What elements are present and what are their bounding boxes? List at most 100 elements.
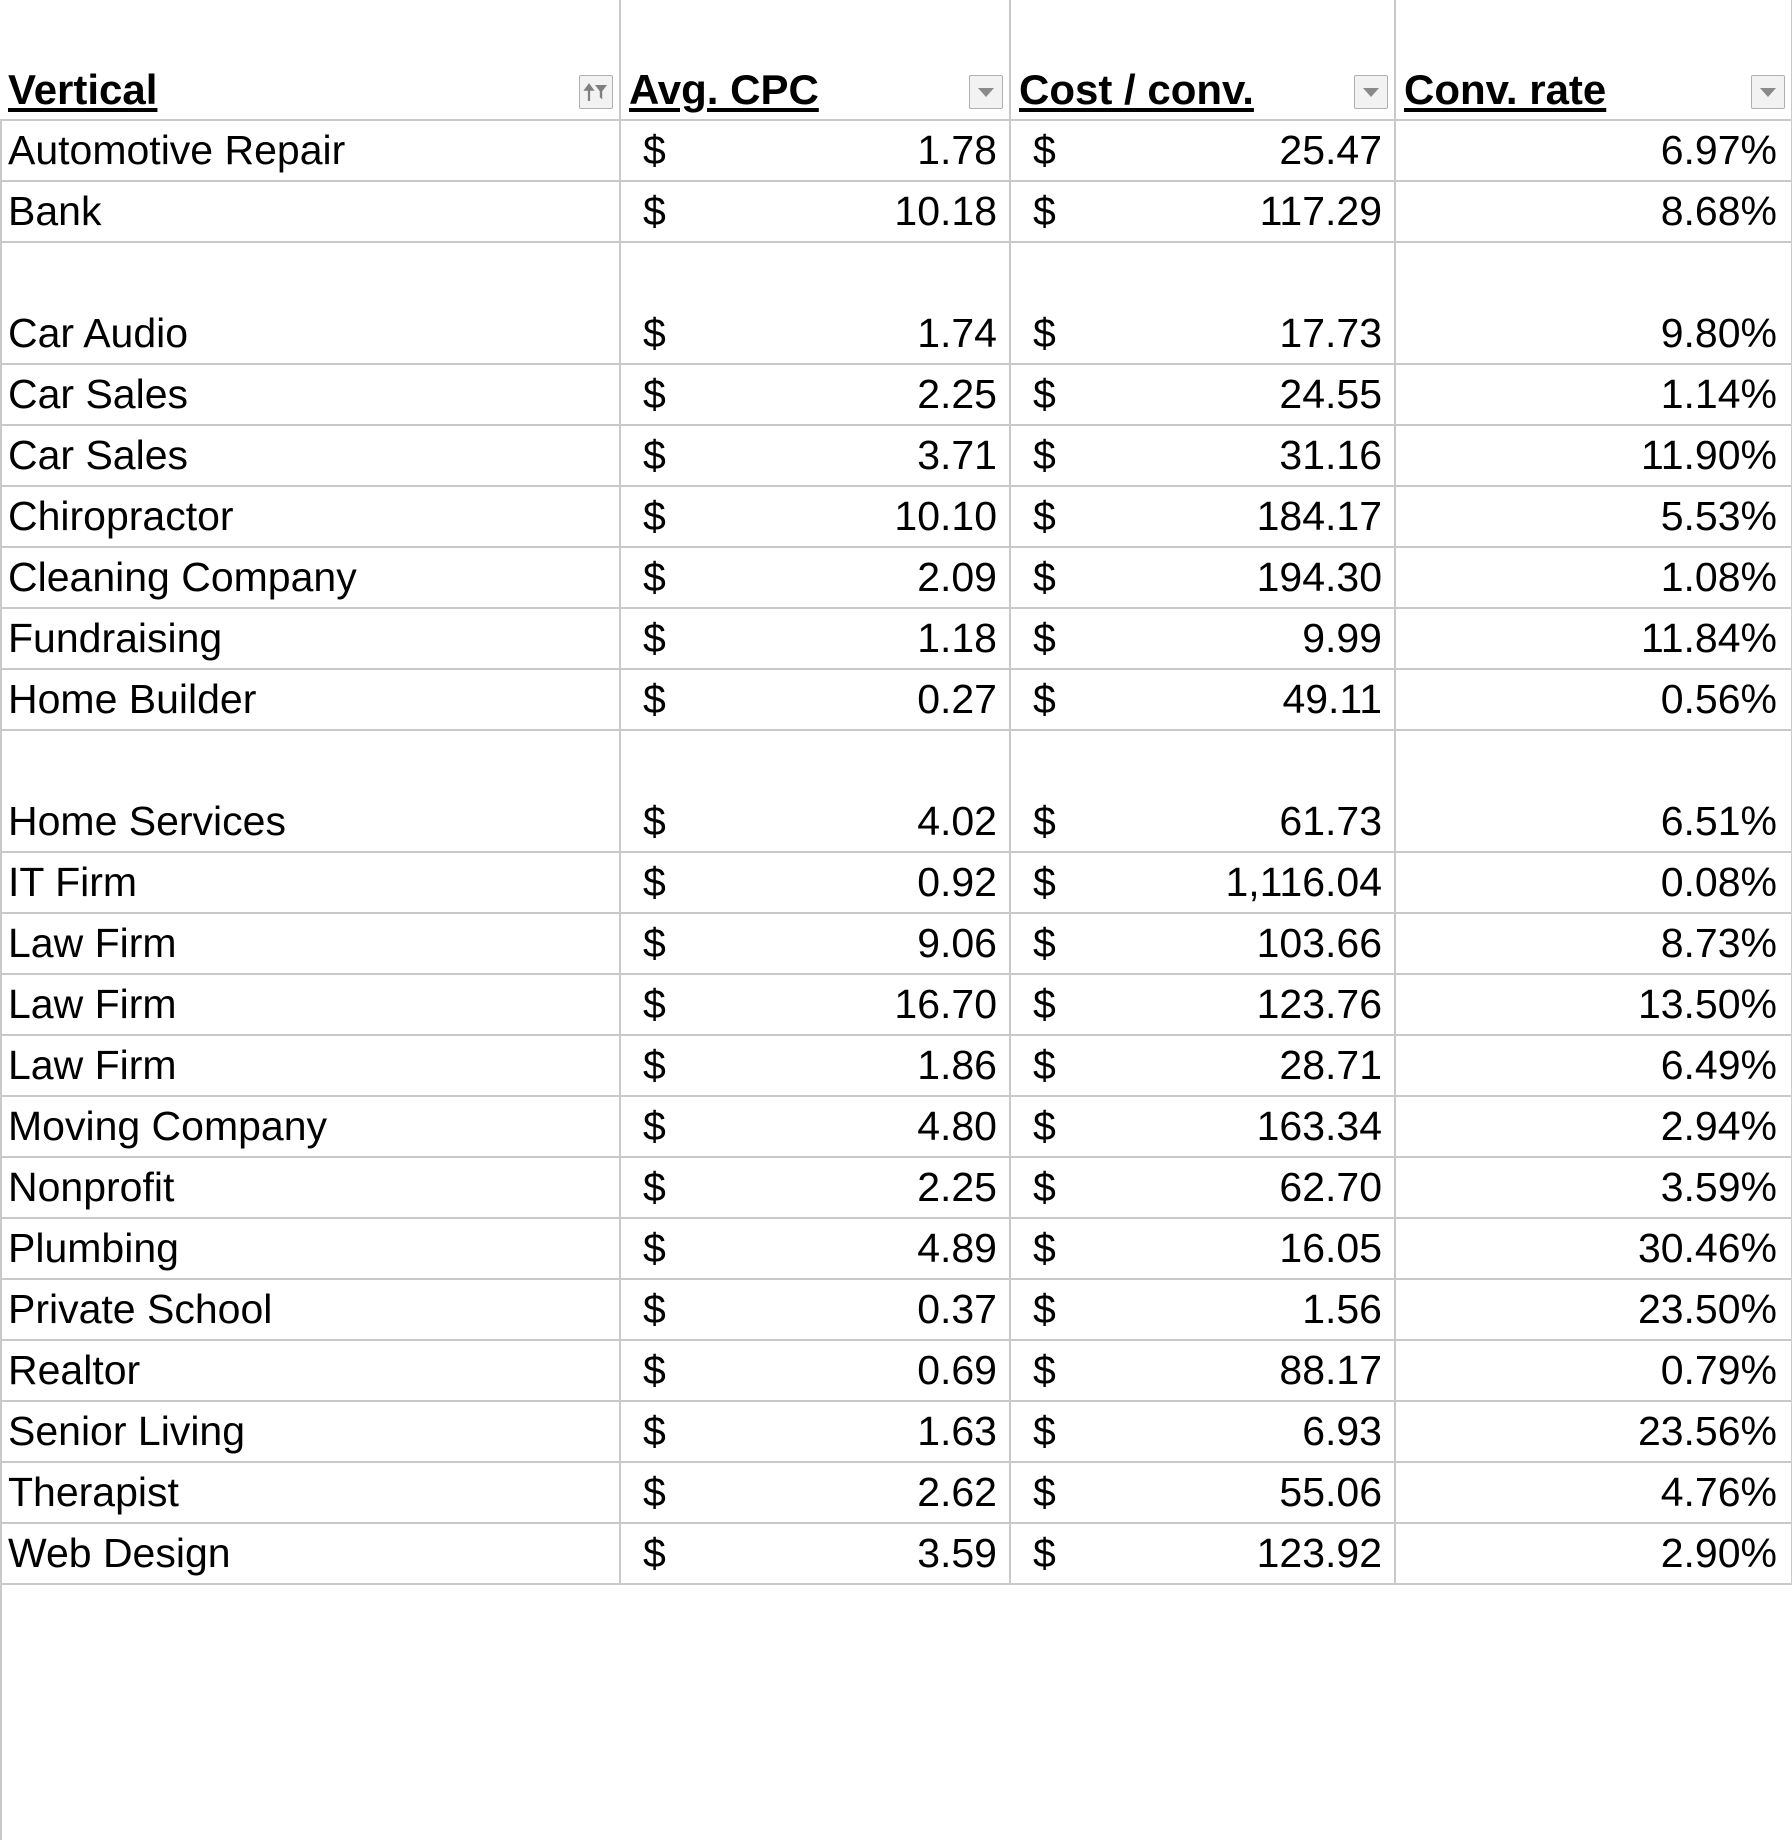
cell-rate[interactable]: 23.56% <box>1395 1401 1792 1463</box>
cell-vertical[interactable]: Chiropractor <box>0 486 621 548</box>
cell-cpc[interactable]: $0.69 <box>620 1340 1011 1402</box>
table-row[interactable]: Car Sales $3.71 $31.16 11.90% <box>0 425 1792 487</box>
table-row[interactable]: Therapist $2.62 $55.06 4.76% <box>0 1462 1792 1524</box>
cell-rate[interactable]: 2.94% <box>1395 1096 1792 1158</box>
cell-cpc[interactable]: $3.71 <box>620 425 1011 487</box>
cell-vertical[interactable]: Fundraising <box>0 608 621 670</box>
cell-rate[interactable]: 11.90% <box>1395 425 1792 487</box>
cell-cost[interactable]: $6.93 <box>1010 1401 1396 1463</box>
table-row[interactable]: Chiropractor $10.10 $184.17 5.53% <box>0 486 1792 548</box>
table-row[interactable]: Web Design $3.59 $123.92 2.90% <box>0 1523 1792 1585</box>
cell-cost[interactable]: $184.17 <box>1010 486 1396 548</box>
cell-cpc[interactable]: $2.25 <box>620 1157 1011 1219</box>
table-row[interactable]: Private School $0.37 $1.56 23.50% <box>0 1279 1792 1341</box>
cell-cpc[interactable]: $1.63 <box>620 1401 1011 1463</box>
cell-cpc[interactable]: $1.18 <box>620 608 1011 670</box>
cell-vertical[interactable]: IT Firm <box>0 852 621 914</box>
table-row[interactable]: Car Audio $1.74 $17.73 9.80% <box>0 242 1792 365</box>
cell-cost[interactable]: $61.73 <box>1010 730 1396 853</box>
cell-cost[interactable]: $9.99 <box>1010 608 1396 670</box>
cell-cpc[interactable]: $0.92 <box>620 852 1011 914</box>
cell-rate[interactable]: 8.68% <box>1395 181 1792 243</box>
cell-vertical[interactable]: Home Services <box>0 730 621 853</box>
cell-rate[interactable]: 6.51% <box>1395 730 1792 853</box>
table-row[interactable]: Car Sales $2.25 $24.55 1.14% <box>0 364 1792 426</box>
cell-cpc[interactable]: $9.06 <box>620 913 1011 975</box>
cell-cost[interactable]: $123.92 <box>1010 1523 1396 1585</box>
cell-rate[interactable]: 11.84% <box>1395 608 1792 670</box>
table-row[interactable]: Law Firm $9.06 $103.66 8.73% <box>0 913 1792 975</box>
cell-vertical[interactable]: Law Firm <box>0 974 621 1036</box>
cell-vertical[interactable]: Law Firm <box>0 913 621 975</box>
table-row[interactable]: Automotive Repair $1.78 $25.47 6.97% <box>0 120 1792 182</box>
cell-cpc[interactable]: $4.89 <box>620 1218 1011 1280</box>
cell-cpc[interactable]: $2.09 <box>620 547 1011 609</box>
cell-rate[interactable]: 9.80% <box>1395 242 1792 365</box>
cell-rate[interactable]: 8.73% <box>1395 913 1792 975</box>
cell-cost[interactable]: $24.55 <box>1010 364 1396 426</box>
cell-cost[interactable]: $28.71 <box>1010 1035 1396 1097</box>
cell-cost[interactable]: $123.76 <box>1010 974 1396 1036</box>
cell-cpc[interactable]: $1.74 <box>620 242 1011 365</box>
cell-cost[interactable]: $1,116.04 <box>1010 852 1396 914</box>
cell-cpc[interactable]: $0.27 <box>620 669 1011 731</box>
column-header-vertical[interactable]: Vertical <box>0 0 621 121</box>
cell-vertical[interactable]: Private School <box>0 1279 621 1341</box>
cell-cpc[interactable]: $16.70 <box>620 974 1011 1036</box>
table-row[interactable]: Home Builder $0.27 $49.11 0.56% <box>0 669 1792 731</box>
table-row[interactable]: Senior Living $1.63 $6.93 23.56% <box>0 1401 1792 1463</box>
cell-vertical[interactable]: Moving Company <box>0 1096 621 1158</box>
cell-cost[interactable]: $1.56 <box>1010 1279 1396 1341</box>
cell-cost[interactable]: $25.47 <box>1010 120 1396 182</box>
cell-cpc[interactable]: $1.78 <box>620 120 1011 182</box>
table-row[interactable]: Law Firm $16.70 $123.76 13.50% <box>0 974 1792 1036</box>
chevron-down-icon[interactable] <box>1751 75 1785 109</box>
cell-rate[interactable]: 3.59% <box>1395 1157 1792 1219</box>
sort-filter-icon[interactable] <box>579 75 613 109</box>
cell-cost[interactable]: $194.30 <box>1010 547 1396 609</box>
cell-vertical[interactable]: Nonprofit <box>0 1157 621 1219</box>
cell-vertical[interactable]: Therapist <box>0 1462 621 1524</box>
cell-cost[interactable]: $103.66 <box>1010 913 1396 975</box>
cell-cpc[interactable]: $1.86 <box>620 1035 1011 1097</box>
table-row[interactable]: Plumbing $4.89 $16.05 30.46% <box>0 1218 1792 1280</box>
table-row[interactable]: Nonprofit $2.25 $62.70 3.59% <box>0 1157 1792 1219</box>
cell-cost[interactable]: $88.17 <box>1010 1340 1396 1402</box>
table-row[interactable]: Realtor $0.69 $88.17 0.79% <box>0 1340 1792 1402</box>
cell-vertical[interactable]: Car Sales <box>0 364 621 426</box>
cell-cost[interactable]: $17.73 <box>1010 242 1396 365</box>
table-row[interactable]: Moving Company $4.80 $163.34 2.94% <box>0 1096 1792 1158</box>
table-row[interactable]: Cleaning Company $2.09 $194.30 1.08% <box>0 547 1792 609</box>
cell-vertical[interactable]: Senior Living <box>0 1401 621 1463</box>
cell-cpc[interactable]: $3.59 <box>620 1523 1011 1585</box>
chevron-down-icon[interactable] <box>969 75 1003 109</box>
cell-rate[interactable]: 1.14% <box>1395 364 1792 426</box>
table-row[interactable]: Law Firm $1.86 $28.71 6.49% <box>0 1035 1792 1097</box>
cell-cpc[interactable]: $0.37 <box>620 1279 1011 1341</box>
cell-rate[interactable]: 2.90% <box>1395 1523 1792 1585</box>
cell-cpc[interactable]: $10.10 <box>620 486 1011 548</box>
cell-rate[interactable]: 30.46% <box>1395 1218 1792 1280</box>
cell-rate[interactable]: 13.50% <box>1395 974 1792 1036</box>
cell-cost[interactable]: $163.34 <box>1010 1096 1396 1158</box>
cell-cpc[interactable]: $2.25 <box>620 364 1011 426</box>
cell-cost[interactable]: $62.70 <box>1010 1157 1396 1219</box>
cell-rate[interactable]: 5.53% <box>1395 486 1792 548</box>
cell-cpc[interactable]: $2.62 <box>620 1462 1011 1524</box>
cell-cost[interactable]: $31.16 <box>1010 425 1396 487</box>
cell-cost[interactable]: $117.29 <box>1010 181 1396 243</box>
cell-rate[interactable]: 4.76% <box>1395 1462 1792 1524</box>
cell-vertical[interactable]: Home Builder <box>0 669 621 731</box>
cell-rate[interactable]: 1.08% <box>1395 547 1792 609</box>
cell-cpc[interactable]: $10.18 <box>620 181 1011 243</box>
cell-vertical[interactable]: Realtor <box>0 1340 621 1402</box>
cell-rate[interactable]: 0.79% <box>1395 1340 1792 1402</box>
cell-vertical[interactable]: Web Design <box>0 1523 621 1585</box>
cell-vertical[interactable]: Car Audio <box>0 242 621 365</box>
cell-rate[interactable]: 6.97% <box>1395 120 1792 182</box>
cell-cost[interactable]: $55.06 <box>1010 1462 1396 1524</box>
cell-cost[interactable]: $16.05 <box>1010 1218 1396 1280</box>
cell-vertical[interactable]: Automotive Repair <box>0 120 621 182</box>
cell-cost[interactable]: $49.11 <box>1010 669 1396 731</box>
column-header-rate[interactable]: Conv. rate <box>1395 0 1792 121</box>
